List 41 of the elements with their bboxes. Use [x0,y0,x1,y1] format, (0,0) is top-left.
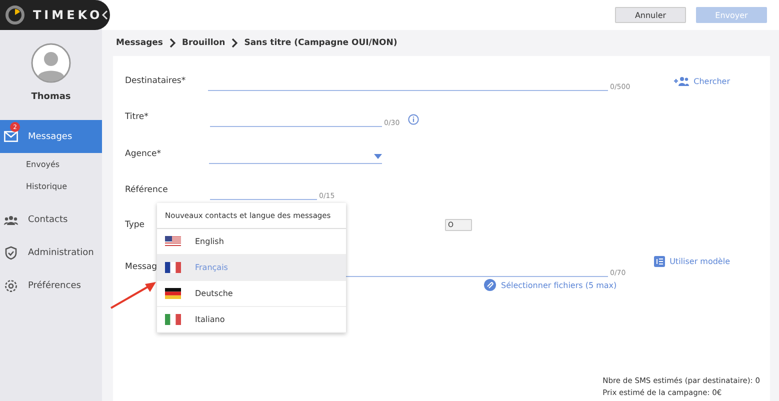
cancel-button[interactable]: Annuler [615,7,686,23]
nav-subitem[interactable]: Envoyés [0,153,102,175]
language-option[interactable]: Deutsche [157,281,346,307]
logo-text: TIMEKO [33,8,103,22]
shield-icon [5,246,17,260]
nav-item[interactable]: Contacts [0,203,102,236]
list-icon [654,256,665,266]
field-label: Type [125,220,145,230]
user-name: Thomas [31,92,71,102]
breadcrumb-item[interactable]: Brouillon [182,38,226,48]
nav-item[interactable]: Administration [0,236,102,269]
breadcrumb-item[interactable]: Messages [116,38,163,48]
flag-icon [165,288,181,299]
language-option[interactable]: Italiano [157,307,346,333]
nav-subitem[interactable]: Historique [0,175,102,197]
chevron-right-icon [231,38,238,48]
caret-icon [374,154,382,158]
breadcrumb-item[interactable]: Sans titre (Campagne OUI/NON) [244,38,398,48]
field-label: Titre* [125,112,148,122]
pointer-arrow [109,280,159,310]
info-icon[interactable] [408,114,419,124]
people-icon [4,214,18,224]
field-label: Agence* [125,149,161,159]
action-link[interactable]: Utiliser modèle [654,256,730,266]
mail-icon [4,131,18,142]
settings-icon [4,278,18,292]
field-label: Messag [125,262,158,272]
chevron-right-icon [169,38,176,48]
chevron-left-icon [101,10,109,20]
action-link[interactable]: Chercher [674,76,730,86]
avatar-icon [31,43,71,83]
field-label: Référence [125,185,168,195]
paperclip-icon [484,279,496,291]
add-people-icon [674,76,689,86]
flag-icon [165,314,181,325]
clock-logo-icon [5,5,25,25]
flag-icon [165,236,181,247]
attach-files-link[interactable]: Sélectionner fichiers (5 max) [484,279,617,291]
nav-item[interactable]: Préférences [0,269,102,302]
field-label: Destinataires* [125,76,186,86]
flag-icon [165,262,181,273]
